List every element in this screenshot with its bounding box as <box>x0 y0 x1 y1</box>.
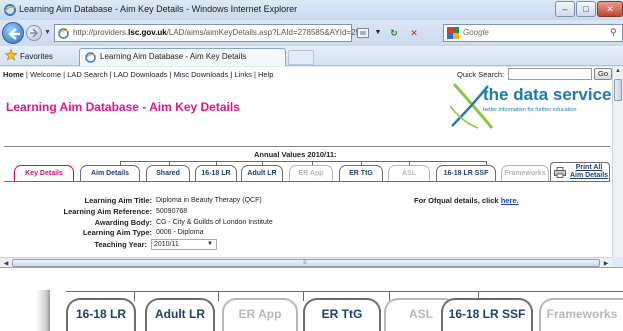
tab-asl: ASL <box>388 165 430 181</box>
zoom-tab-16-18-lr-ssf[interactable]: 16-18 LR SSF <box>441 298 533 331</box>
scroll-up-icon[interactable]: ▲ <box>613 68 623 74</box>
top-nav: Home | Welcome | LAD Search | LAD Downlo… <box>3 70 273 79</box>
search-icon[interactable]: ⚲ <box>610 27 617 38</box>
tab-aim-details[interactable]: Aim Details <box>80 165 140 181</box>
print-all-button[interactable]: Print All Aim Details <box>550 162 610 182</box>
compatibility-view-icon[interactable] <box>354 24 372 42</box>
zoom-tab-16-18-lr[interactable]: 16-18 LR <box>66 298 136 331</box>
url-domain: lsc.gov.uk <box>128 28 167 37</box>
forward-arrow-icon <box>30 28 39 38</box>
browser-window: Learning Aim Database - Aim Key Details … <box>0 0 623 268</box>
aim-title-label: Learning Aim Title: <box>84 196 152 205</box>
navigation-bar: ▼ http://providers.lsc.gov.uk/LAD/aims/a… <box>0 20 623 46</box>
refresh-icon[interactable]: ↻ <box>386 24 402 42</box>
scroll-right-icon[interactable]: ▶ <box>601 260 611 267</box>
browser-tab-label: Learning Aim Database - Aim Key Details <box>100 52 247 61</box>
teaching-year-label: Teaching Year: <box>94 240 147 249</box>
stop-icon[interactable]: ✕ <box>406 24 422 42</box>
recent-pages-dropdown-icon[interactable]: ▼ <box>44 29 52 37</box>
ofqual-link[interactable]: here. <box>501 196 519 205</box>
zoom-tab-er-ttg[interactable]: ER TtG <box>303 298 381 331</box>
browser-tab[interactable]: Learning Aim Database - Aim Key Details <box>79 48 286 66</box>
tab-frameworks: Frameworks <box>501 165 549 181</box>
logo-tagline: better information for further education <box>483 107 577 113</box>
tab-16-18-lr[interactable]: 16-18 LR <box>195 165 237 181</box>
aim-type-label: Learning Aim Type: <box>82 228 152 237</box>
horizontal-scroll-thumb[interactable]: ≡ <box>12 259 600 267</box>
aim-reference-value: 50090768 <box>156 208 188 215</box>
forward-button[interactable] <box>26 25 42 41</box>
close-button[interactable]: ✕ <box>597 1 623 17</box>
ie-icon <box>4 4 16 16</box>
tab-baseline <box>4 181 610 182</box>
aim-type-value: 0006 - Diploma <box>156 229 204 236</box>
teaching-year-value: 2010/11 <box>154 241 179 248</box>
zoom-tab-adult-lr[interactable]: Adult LR <box>145 298 215 331</box>
title-bar: Learning Aim Database - Aim Key Details … <box>0 0 623 20</box>
teaching-year-select[interactable]: 2010/11 ▼ <box>151 239 217 250</box>
tab-adult-lr[interactable]: Adult LR <box>241 165 283 181</box>
zoom-edge-shadow <box>36 290 50 331</box>
ie-page-icon <box>85 52 96 63</box>
page-content: Home | Welcome | LAD Search | LAD Downlo… <box>0 67 612 257</box>
zoom-tab-frameworks: Frameworks <box>539 298 623 331</box>
tab-er-app: ER App <box>289 165 333 181</box>
back-button[interactable] <box>2 22 24 44</box>
awarding-body-label: Awarding Body: <box>94 218 152 227</box>
url-prefix: http://providers. <box>73 28 129 37</box>
quick-search-input[interactable] <box>508 68 592 80</box>
url-suffix: /LAD/aims/aimKeyDetails.asp?LAId=278585&… <box>166 28 365 37</box>
annual-values-heading: Annual Values 2010/11: <box>254 150 337 159</box>
go-button[interactable]: Go <box>594 68 612 80</box>
aim-details-panel: Annual Values 2010/11: Key Details Aim D… <box>4 146 610 257</box>
address-tools: ▼ ↻ ✕ <box>354 24 440 42</box>
page-icon <box>58 28 69 39</box>
top-nav-links[interactable]: | Welcome | LAD Search | LAD Downloads |… <box>24 70 274 79</box>
ofqual-text: For Ofqual details, click here. <box>414 196 519 205</box>
search-placeholder: Google <box>463 28 489 37</box>
zoom-bracket-line <box>66 291 623 292</box>
tab-shared[interactable]: Shared <box>146 165 190 181</box>
horizontal-scrollbar[interactable]: ◀ ≡ ▶ <box>0 257 612 267</box>
awarding-body-value: CG - City & Guilds of London Institute <box>156 219 273 226</box>
scroll-left-icon[interactable]: ◀ <box>1 260 11 267</box>
vertical-scroll-thumb[interactable] <box>614 79 622 101</box>
minimize-button[interactable]: – <box>555 1 575 17</box>
favorites-label: Favorites <box>20 52 53 61</box>
print-all-label: Print All Aim Details <box>569 164 609 179</box>
aim-title-value: Diploma in Beauty Therapy (QCF) <box>156 197 262 204</box>
aim-reference-label: Learning Aim Reference: <box>63 207 153 216</box>
home-link[interactable]: Home <box>3 70 24 79</box>
zoom-tab-er-app: ER App <box>222 298 298 331</box>
logo-text: the data service <box>483 85 612 104</box>
tab-16-18-lr-ssf[interactable]: 16-18 LR SSF <box>436 165 496 181</box>
page-title: Learning Aim Database - Aim Key Details <box>6 100 240 114</box>
address-text: http://providers.lsc.gov.uk/LAD/aims/aim… <box>73 28 364 37</box>
favorites-bar: Favorites Learning Aim Database - Aim Ke… <box>0 46 623 66</box>
zoom-bracket-tick <box>134 291 135 301</box>
address-dropdown-icon[interactable]: ▼ <box>372 24 384 42</box>
new-tab-button[interactable] <box>288 50 314 65</box>
maximize-button[interactable]: □ <box>576 1 596 17</box>
quick-search-label: Quick Search: <box>457 70 505 79</box>
chevron-down-icon: ▼ <box>207 241 213 247</box>
tab-key-details[interactable]: Key Details <box>14 165 74 182</box>
google-icon <box>447 27 459 39</box>
tab-er-ttg[interactable]: ER TtG <box>339 165 383 181</box>
zoom-bracket-tick <box>218 291 219 301</box>
vertical-scrollbar[interactable]: ▲ <box>612 67 623 257</box>
back-arrow-icon <box>8 28 20 40</box>
address-bar[interactable]: http://providers.lsc.gov.uk/LAD/aims/aim… <box>54 24 364 42</box>
window-title: Learning Aim Database - Aim Key Details … <box>19 4 298 14</box>
printer-icon <box>554 167 566 178</box>
zoomed-tab-strip: 16-18 LR Adult LR ER App ER TtG ASL 16-1… <box>0 268 623 331</box>
favorites-button[interactable]: Favorites <box>5 49 53 63</box>
favorites-star-icon <box>5 49 17 61</box>
scroll-grip-icon: ≡ <box>303 260 307 266</box>
data-service-logo: the data service better information for … <box>448 82 612 130</box>
ofqual-prompt: For Ofqual details, click <box>414 196 501 205</box>
search-input[interactable]: Google ⚲ <box>443 24 623 42</box>
zoom-bracket-tick <box>303 291 304 301</box>
